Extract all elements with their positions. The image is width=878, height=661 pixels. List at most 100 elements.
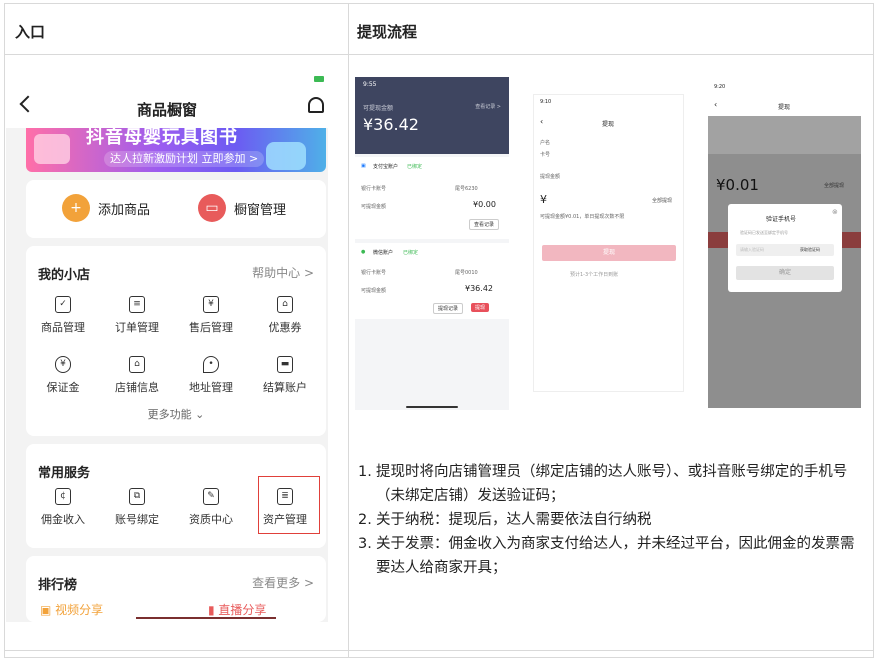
play-icon: ▣	[40, 603, 56, 617]
alipay-row-value: 尾号6230	[455, 186, 478, 192]
more-features-button[interactable]: 更多功能 ⌄	[26, 406, 326, 422]
link-icon: ⧉	[129, 488, 145, 505]
wechat-tag: 已绑定	[403, 250, 419, 256]
arrival-note: 预计1-3个工作日到账	[570, 272, 619, 278]
tab-label: 直播分享	[218, 603, 267, 617]
column-divider	[348, 4, 349, 657]
balance-amount: ¥36.42	[363, 115, 419, 134]
alipay-tag: 已绑定	[407, 164, 423, 170]
note-item: 2. 关于纳税：提现后，达人需要依法自行纳税	[358, 508, 858, 532]
coupon-icon: ⌂	[277, 296, 293, 313]
refund-icon: ¥	[203, 296, 219, 313]
withdraw-amount: ¥0.01	[716, 176, 759, 194]
records-link[interactable]: 查看记录 >	[475, 103, 501, 110]
order-manage-item[interactable]: ≡ 订单管理	[106, 296, 168, 335]
location-pin-icon: •	[203, 356, 219, 373]
withdraw-submit-button[interactable]: 提现	[542, 245, 676, 261]
close-icon[interactable]: ⊗	[832, 208, 838, 216]
note-text: 提现时将向店铺管理员（绑定店铺的达人账号）、或抖音账号绑定的手机号（未绑定店铺）…	[376, 464, 848, 504]
chevron-down-icon: ⌄	[195, 408, 205, 421]
verify-title: 提现	[778, 104, 791, 111]
grid-label: 售后管理	[189, 321, 233, 334]
address-manage-item[interactable]: • 地址管理	[180, 356, 242, 395]
settlement-account-item[interactable]: ▬ 结算账户	[254, 356, 316, 395]
after-sale-item[interactable]: ¥ 售后管理	[180, 296, 242, 335]
alipay-icon: ▣	[361, 163, 366, 169]
back-arrow-icon[interactable]: ‹	[540, 117, 543, 126]
phone-screenshot: 商品橱窗 抖音母婴玩具图书 达人拉新激励计划 立即参加 > + 添加商品 ▭ 橱…	[6, 70, 328, 622]
wechat-row-label: 银行卡账号	[361, 270, 387, 276]
grid-label: 佣金收入	[41, 513, 85, 526]
qualification-center-item[interactable]: ✎ 资质中心	[180, 488, 242, 527]
banner-title: 抖音母婴玩具图书	[86, 128, 238, 148]
grid-label: 地址管理	[189, 381, 233, 394]
status-time: 9:10	[540, 99, 552, 105]
tab-live-share[interactable]: ▮ 直播分享	[208, 601, 266, 618]
withdraw-flow-header: 提现流程	[357, 23, 418, 41]
page-title: 商品橱窗	[136, 101, 197, 119]
more-features-label: 更多功能	[147, 408, 192, 421]
wechat-icon: ●	[361, 249, 366, 255]
note-item: 3. 关于发票：佣金收入为商家支付给达人，并未经过平台，因此佣金的发票需要达人给商…	[358, 532, 858, 580]
phone-topbar: 商品橱窗	[6, 70, 328, 128]
coupon-item[interactable]: ⌂ 优惠券	[254, 296, 316, 335]
verify-phone-screenshot: 9:20 ‹ 提现 ¥0.01 全部提现 验证手机号 ⊗ 验证码已发送至绑定手机…	[708, 80, 861, 408]
window-manage-label: 橱窗管理	[234, 202, 287, 218]
highlight-box	[258, 476, 320, 534]
banner-decoration	[34, 134, 70, 164]
entry-header: 入口	[15, 23, 46, 41]
grid-label: 资质中心	[189, 513, 233, 526]
dialog-title: 验证手机号	[766, 216, 797, 223]
grid-label: 优惠券	[268, 321, 302, 334]
help-center-link[interactable]: 帮助中心 >	[252, 264, 314, 281]
promo-banner[interactable]: 抖音母婴玩具图书 达人拉新激励计划 立即参加 >	[26, 128, 326, 172]
back-arrow-icon[interactable]: ‹	[714, 100, 717, 109]
note-item: 1. 提现时将向店铺管理员（绑定店铺的达人账号）、或抖音账号绑定的手机号（未绑定店…	[358, 460, 858, 508]
withdraw-all-link[interactable]: 全部提现	[652, 197, 672, 204]
code-placeholder: 请输入验证码	[740, 247, 764, 252]
view-more-link[interactable]: 查看更多 >	[252, 574, 314, 591]
wechat-balance: ¥36.42	[465, 284, 493, 293]
ranking-card: 排行榜 查看更多 > ▣ 视频分享 ▮ 直播分享	[26, 556, 326, 622]
status-time: 9:55	[363, 81, 377, 88]
grid-label: 商品管理	[41, 321, 85, 334]
account-info-dim	[708, 116, 861, 154]
grid-label: 店铺信息	[115, 381, 159, 394]
banner-cta[interactable]: 达人拉新激励计划 立即参加 >	[104, 151, 265, 167]
grid-label: 保证金	[46, 381, 80, 394]
grid-label: 账号绑定	[115, 513, 159, 526]
note-text: 关于发票：佣金收入为商家支付给达人，并未经过平台，因此佣金的发票需要达人给商家开…	[376, 536, 855, 576]
window-manage-button[interactable]: ▭ 橱窗管理	[198, 194, 286, 222]
common-services-card: 常用服务 ¢ 佣金收入 ⧉ 账号绑定 ✎ 资质中心 ≣ 资产管理	[26, 444, 326, 548]
common-services-title: 常用服务	[38, 466, 91, 481]
deposit-item[interactable]: ¥ 保证金	[32, 356, 94, 395]
alipay-records-button[interactable]: 查看记录	[469, 219, 500, 230]
get-code-button[interactable]: 获取验证码	[800, 247, 820, 253]
amount-label: 提现金额	[540, 174, 561, 180]
tab-underline	[136, 617, 276, 619]
bar-chart-icon: ▮	[208, 603, 219, 617]
wechat-records-button[interactable]: 提现记录	[433, 303, 464, 314]
withdraw-all-link[interactable]: 全部提现	[824, 182, 844, 189]
wechat-withdraw-button[interactable]: 提现	[471, 303, 490, 312]
commission-income-item[interactable]: ¢ 佣金收入	[32, 488, 94, 527]
account-binding-item[interactable]: ⧉ 账号绑定	[106, 488, 168, 527]
withdraw-balance-screenshot: 9:55 可提现金额 查看记录 > ¥36.42 ▣ 支付宝账户 已绑定 银行卡…	[355, 77, 509, 410]
confirm-button[interactable]: 确定	[736, 266, 834, 280]
order-doc-icon: ≡	[129, 296, 145, 313]
bell-icon[interactable]	[308, 97, 324, 113]
verify-dialog: 验证手机号 ⊗ 验证码已发送至绑定手机号 请输入验证码 获取验证码 确定	[728, 204, 842, 292]
dialog-subtitle: 验证码已发送至绑定手机号	[740, 230, 788, 235]
currency-symbol: ¥	[540, 193, 547, 206]
product-manage-item[interactable]: ✓ 商品管理	[32, 296, 94, 335]
add-product-button[interactable]: + 添加商品	[62, 194, 150, 222]
alipay-row-label: 可提现金额	[361, 204, 387, 210]
shop-info-item[interactable]: ⌂ 店铺信息	[106, 356, 168, 395]
bag-check-icon: ✓	[55, 296, 71, 313]
alipay-balance: ¥0.00	[473, 200, 496, 209]
grid-label: 订单管理	[115, 321, 159, 334]
tab-video-share[interactable]: ▣ 视频分享	[40, 601, 103, 618]
home-indicator	[406, 406, 458, 408]
code-input[interactable]: 请输入验证码 获取验证码	[736, 244, 834, 256]
account-name-label: 户名	[540, 140, 551, 146]
